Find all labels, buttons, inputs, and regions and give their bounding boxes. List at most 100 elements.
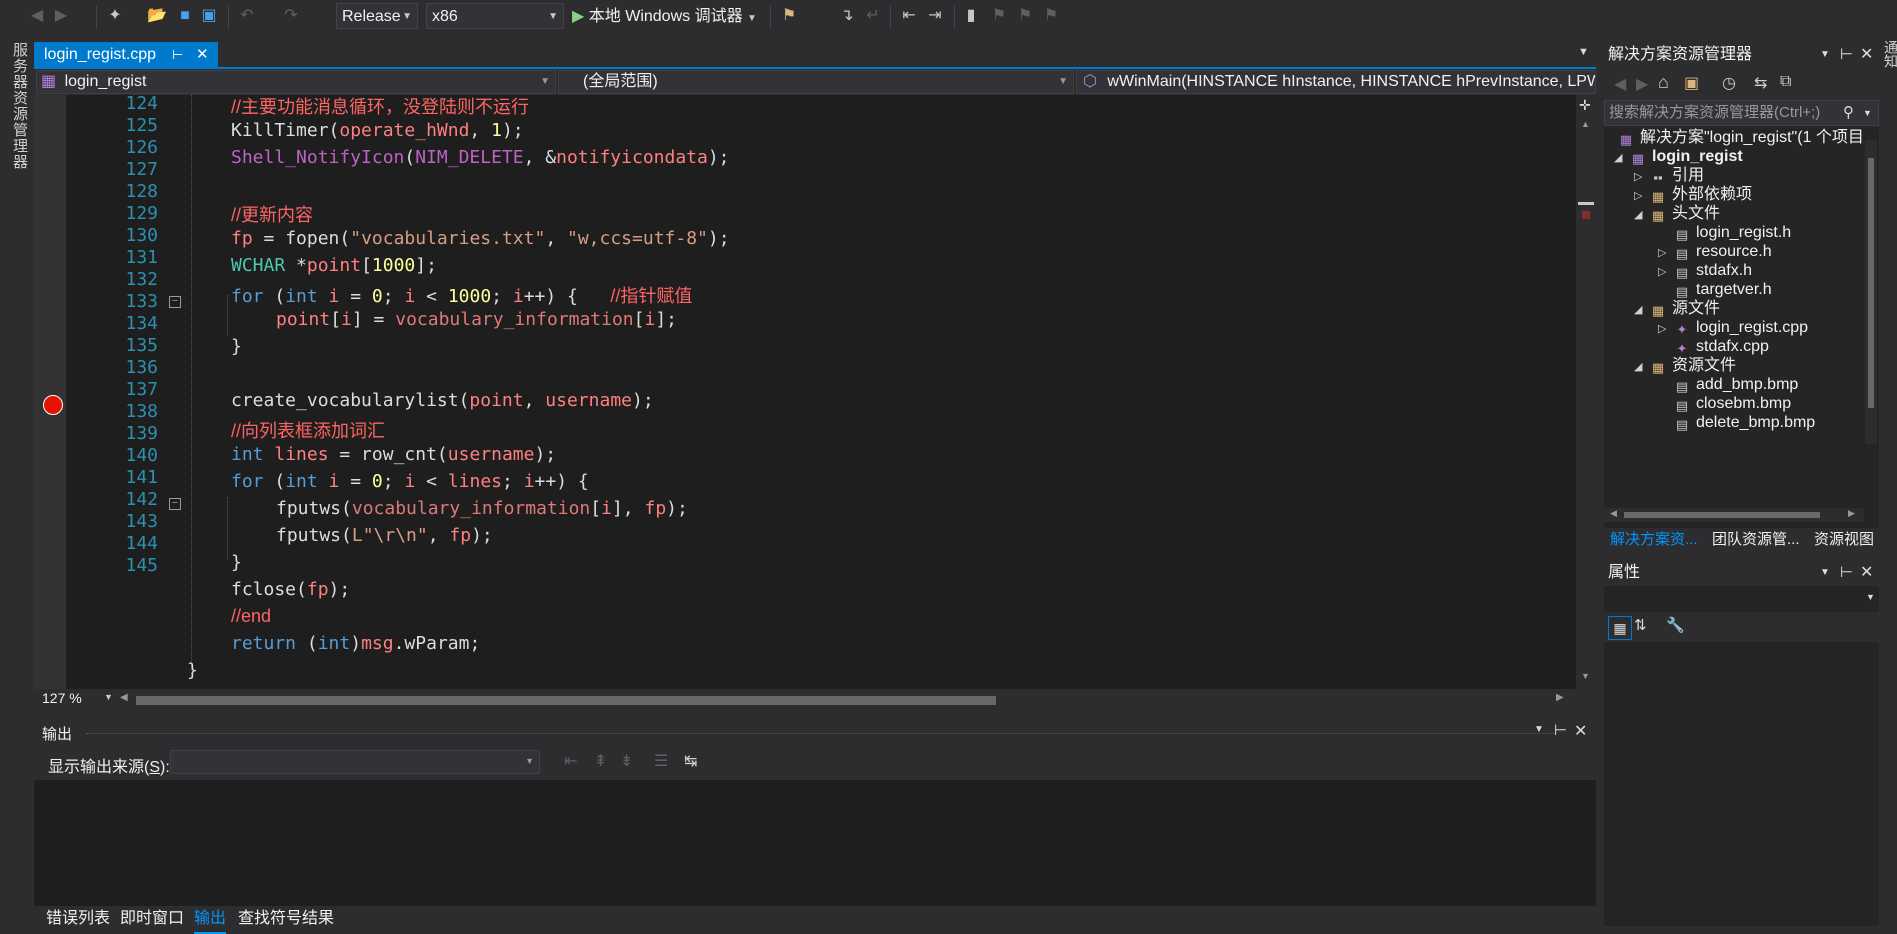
scroll-thumb[interactable]	[1578, 202, 1594, 205]
member-select[interactable]: ⬡ wWinMain(HINSTANCE hInstance, HINSTANC…	[1076, 70, 1596, 94]
code-editor[interactable]: − − 124 125 126 127 128 129 130 131 132 …	[34, 95, 1596, 689]
open-file-icon[interactable]: 📂	[146, 5, 168, 27]
breakpoint-margin[interactable]	[34, 95, 66, 689]
chevron-down-icon[interactable]: ▼	[1820, 42, 1830, 68]
indent-icon[interactable]: ⇥	[924, 5, 946, 27]
tab-output[interactable]: 输出	[194, 906, 227, 934]
pin-icon[interactable]: ⊢	[1554, 721, 1567, 739]
find-in-files-icon[interactable]: ⚑	[778, 5, 800, 27]
scroll-left-icon[interactable]: ◀	[120, 692, 128, 703]
horizontal-scroll-thumb[interactable]	[136, 696, 996, 705]
project-select-value: login_regist	[64, 73, 147, 90]
tab-team-explorer[interactable]: 团队资源管...	[1712, 528, 1800, 552]
split-icon[interactable]: ✛	[1579, 97, 1591, 114]
line-number: 124	[125, 95, 158, 114]
prev-message-icon[interactable]: ⇞	[594, 751, 607, 771]
code-token: point	[469, 390, 524, 411]
code-token: i	[317, 286, 340, 307]
code-line: //向列表框添加词汇	[231, 417, 385, 443]
output-text-area[interactable]	[34, 780, 1596, 906]
pending-changes-icon[interactable]: ◷	[1722, 73, 1736, 93]
step-out-icon[interactable]: ↵	[862, 5, 884, 27]
tab-solution-explorer[interactable]: 解决方案资...	[1610, 528, 1698, 552]
pin-icon[interactable]: ⊢	[1840, 42, 1853, 68]
scroll-thumb[interactable]	[1868, 158, 1874, 408]
chevron-down-icon[interactable]: ▼	[1863, 101, 1872, 125]
collapse-icon[interactable]: −	[169, 296, 181, 308]
code-line: }	[187, 660, 198, 681]
tab-resource-view[interactable]: 资源视图	[1814, 528, 1874, 552]
close-icon[interactable]: ✕	[1574, 721, 1587, 741]
zoom-level[interactable]: 127 %	[42, 690, 82, 706]
forward-icon[interactable]: ▶	[1636, 74, 1648, 94]
switch-views-icon[interactable]: ▣	[1684, 73, 1699, 93]
pin-icon[interactable]: ⊢	[1840, 560, 1853, 586]
new-project-icon[interactable]: ✦	[104, 5, 126, 27]
pin-icon[interactable]: ⊢	[172, 42, 183, 68]
line-number: 132	[125, 269, 158, 290]
home-icon[interactable]: ⌂	[1658, 72, 1669, 93]
tab-immediate-window[interactable]: 即时窗口	[120, 906, 184, 932]
tree-node-file[interactable]: ▤ delete_bmp.bmp	[1658, 411, 1815, 434]
sync-icon[interactable]: ⇆	[1754, 73, 1767, 93]
chevron-down-icon[interactable]: ▼	[1534, 724, 1544, 735]
server-explorer-tab[interactable]: 服务器资源管理器	[9, 42, 30, 170]
undo-icon[interactable]: ↶	[236, 5, 258, 27]
solution-config-select[interactable]: Release ▼	[336, 3, 418, 29]
scroll-thumb[interactable]	[1624, 512, 1820, 518]
chevron-down-icon[interactable]: ▼	[1820, 560, 1830, 586]
scroll-down-icon[interactable]: ▼	[1581, 671, 1590, 681]
scroll-left-icon[interactable]: ◀	[1610, 508, 1617, 519]
notifications-tab[interactable]: 通知	[1881, 40, 1897, 68]
redo-icon[interactable]: ↷	[280, 5, 302, 27]
close-icon[interactable]: ✕	[1860, 560, 1873, 586]
back-icon[interactable]: ◀	[26, 5, 48, 27]
tree-horizontal-scrollbar[interactable]: ◀ ▶	[1604, 508, 1864, 522]
editor-vertical-scrollbar[interactable]: ✛ ▲ ▼	[1576, 95, 1596, 689]
clear-all-icon[interactable]: ☰	[654, 751, 668, 771]
scroll-right-icon[interactable]: ▶	[1848, 508, 1855, 519]
close-icon[interactable]: ✕	[1860, 42, 1873, 68]
scroll-right-icon[interactable]: ▶	[1556, 692, 1564, 703]
tab-find-symbol-results[interactable]: 查找符号结果	[238, 906, 334, 932]
collapse-all-icon[interactable]: ⧉	[1780, 73, 1791, 91]
code-token: int	[317, 633, 351, 654]
tree-vertical-scrollbar[interactable]	[1865, 140, 1877, 444]
word-wrap-icon[interactable]: ↹	[684, 751, 697, 771]
step-icon[interactable]: ↴	[836, 5, 858, 27]
clear-bookmarks-icon[interactable]: ⚑	[1040, 5, 1062, 27]
property-pages-icon[interactable]: 🔧	[1666, 616, 1685, 634]
close-icon[interactable]: ✕	[196, 42, 209, 68]
line-number: 128	[125, 181, 158, 202]
scroll-up-icon[interactable]: ▲	[1581, 119, 1590, 129]
code-token: ,	[545, 228, 567, 249]
outdent-icon[interactable]: ⇤	[898, 5, 920, 27]
bookmark-icon[interactable]: ▮	[960, 5, 982, 27]
platform-select[interactable]: x86 ▼	[426, 3, 564, 29]
categorized-icon[interactable]: ▦	[1608, 616, 1632, 640]
toolbar-separator	[770, 6, 771, 28]
tab-overflow-icon[interactable]: ▼	[1578, 46, 1589, 58]
save-icon[interactable]: ■	[174, 5, 196, 27]
forward-icon[interactable]: ▶	[50, 5, 72, 27]
scope-select[interactable]: (全局范围) ▼	[558, 70, 1074, 94]
back-icon[interactable]: ◀	[1614, 74, 1626, 94]
tab-error-list[interactable]: 错误列表	[46, 906, 110, 932]
document-tab-login-regist-cpp[interactable]: login_regist.cpp ⊢ ✕	[34, 42, 218, 68]
properties-object-select[interactable]: ▼	[1604, 588, 1879, 610]
alphabetical-icon[interactable]: ⇅	[1634, 616, 1647, 634]
prev-bookmark-icon[interactable]: ⚑	[988, 5, 1010, 27]
next-message-icon[interactable]: ⇟	[620, 751, 633, 771]
save-all-icon[interactable]: ▣	[198, 5, 220, 27]
output-source-select[interactable]: ▼	[170, 750, 540, 774]
output-source-label-text: 显示输出来源(	[48, 759, 150, 776]
breakpoint-icon[interactable]	[43, 395, 63, 415]
project-select[interactable]: ▦ login_regist ▼	[36, 70, 556, 94]
start-debugging-button[interactable]: ▶ 本地 Windows 调试器 ▼	[572, 5, 757, 29]
find-message-icon[interactable]: ⇤	[564, 751, 577, 771]
code-token: fp	[306, 579, 329, 600]
next-bookmark-icon[interactable]: ⚑	[1014, 5, 1036, 27]
collapse-icon[interactable]: −	[169, 498, 181, 510]
panel-grip[interactable]	[86, 733, 1556, 734]
chevron-down-icon[interactable]: ▼	[104, 692, 113, 702]
